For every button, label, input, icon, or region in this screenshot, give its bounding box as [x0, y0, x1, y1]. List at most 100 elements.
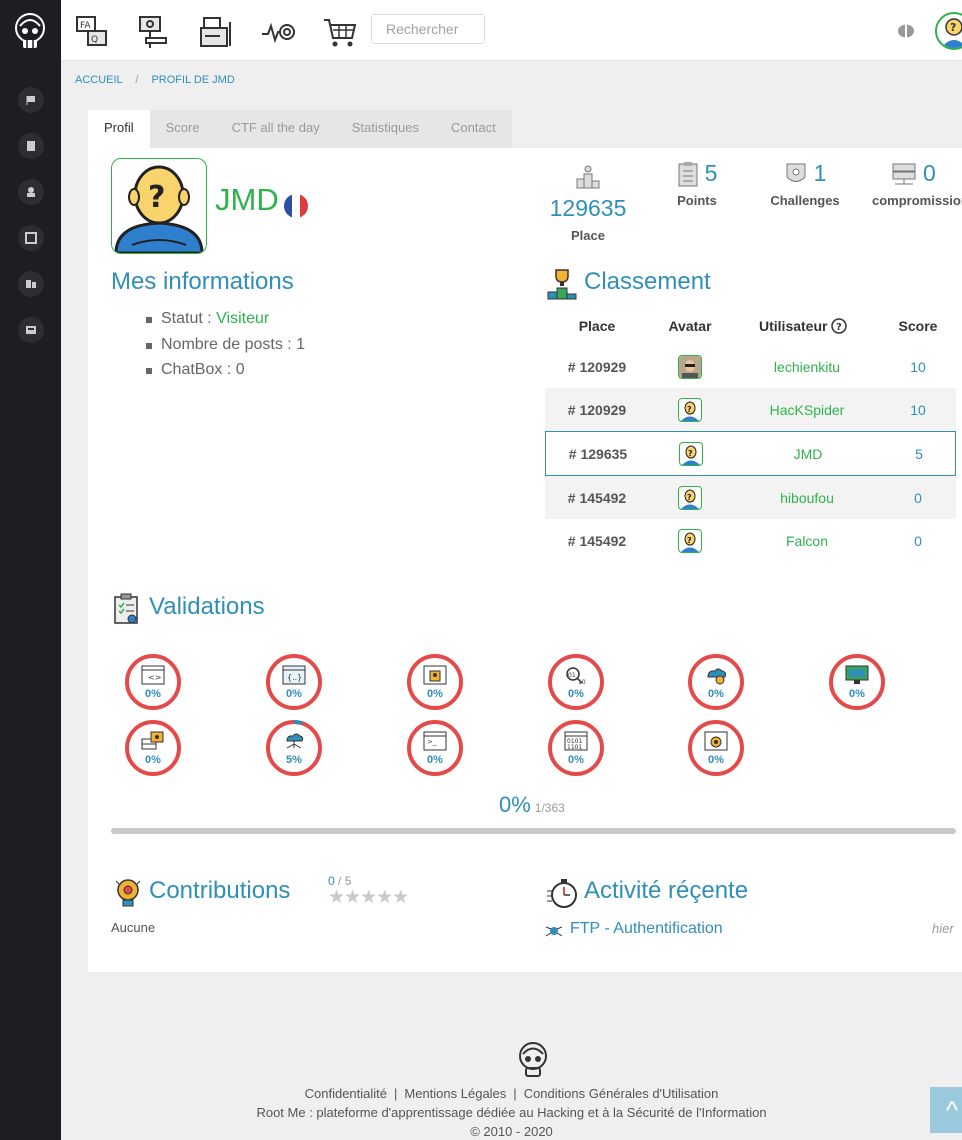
tab-contact[interactable]: Contact: [434, 110, 512, 148]
validation-category[interactable]: 0%: [123, 718, 183, 778]
validation-category[interactable]: >_ 0%: [405, 718, 465, 778]
info-list: Statut : Visiteur Nombre de posts : 1 Ch…: [146, 308, 305, 385]
cloud-globe-icon: [707, 668, 727, 685]
clipboard-icon: [678, 161, 698, 186]
binary-magnifier-icon: 0110: [566, 667, 586, 685]
validation-category[interactable]: 0101 1101 0%: [546, 718, 606, 778]
rank-user[interactable]: JMD: [736, 432, 880, 475]
bug-magnifier-icon: [704, 731, 728, 751]
svg-text:01: 01: [568, 672, 576, 679]
svg-text:?: ?: [687, 493, 692, 502]
sidebar-challenge-icon[interactable]: [18, 133, 44, 159]
braces-window-icon: {..}: [282, 665, 306, 685]
lightbulb-gear-icon: [115, 879, 141, 907]
col-header-avatar: Avatar: [668, 318, 712, 334]
breadcrumb-home[interactable]: ACCUEIL: [75, 74, 122, 86]
sidebar-ranking-icon[interactable]: [18, 271, 44, 297]
search-input[interactable]: [371, 14, 485, 44]
rank-score: 0: [914, 532, 922, 549]
rank-avatar[interactable]: ?: [665, 519, 715, 562]
validation-percent: 0%: [427, 688, 443, 700]
podium-icon: [576, 165, 600, 189]
tab-profil[interactable]: Profil: [88, 110, 150, 148]
sidebar-community-icon[interactable]: [18, 179, 44, 205]
breadcrumb-current[interactable]: PROFIL DE JMD: [151, 74, 234, 86]
sidebar: [0, 0, 61, 1140]
heartbeat-target-icon[interactable]: [260, 14, 296, 50]
profile-avatar: ?: [111, 158, 207, 254]
ranking-row: # 120929 lechienkitu 10: [545, 345, 956, 388]
rank-score: 0: [914, 489, 922, 506]
contributions-title: Contributions: [149, 877, 291, 904]
validation-percent: 0%: [286, 688, 302, 700]
rootme-logo[interactable]: [13, 12, 47, 52]
back-to-top-button[interactable]: ^: [930, 1087, 962, 1133]
place-value: 129635: [549, 195, 627, 221]
validation-category[interactable]: 0%: [405, 652, 465, 712]
theme-toggle-icon[interactable]: [897, 24, 915, 38]
rank-user[interactable]: lechienkitu: [735, 345, 879, 388]
rank-user[interactable]: Falcon: [735, 519, 879, 562]
tab-ctf-all-the-day[interactable]: CTF all the day: [215, 110, 336, 148]
footer-logo-icon: [517, 1040, 549, 1080]
user-avatar[interactable]: ?: [935, 12, 962, 50]
rank-avatar[interactable]: [665, 345, 715, 388]
rank-place: # 129635: [568, 445, 628, 462]
classement-title: Classement: [584, 268, 711, 295]
validation-category[interactable]: 5%: [264, 718, 324, 778]
shopping-cart-icon[interactable]: [322, 14, 358, 50]
rank-place: # 145492: [567, 489, 627, 506]
rank-avatar[interactable]: ?: [665, 476, 715, 519]
rank-place: # 120929: [567, 358, 627, 375]
sidebar-flag-icon[interactable]: [18, 87, 44, 113]
footer-link-mentions[interactable]: Mentions Légales: [404, 1086, 506, 1101]
svg-text:FA: FA: [80, 21, 91, 31]
stat-points: 5 Points: [662, 160, 732, 208]
info-posts: Nombre de posts : 1: [146, 334, 305, 360]
statut-value: Visiteur: [216, 310, 270, 327]
validation-total: 0% 1/363: [499, 792, 565, 818]
validation-category[interactable]: 0%: [686, 718, 746, 778]
validation-category[interactable]: {..} 0%: [264, 652, 324, 712]
help-icon[interactable]: ?: [831, 318, 848, 334]
validation-progress-bar: [111, 828, 956, 834]
rank-user[interactable]: HacKSpider: [735, 388, 879, 431]
svg-text:{..}: {..}: [287, 673, 302, 682]
challenges-value: 1: [813, 160, 827, 186]
footer-link-confidentialite[interactable]: Confidentialité: [305, 1086, 387, 1101]
rank-user[interactable]: hiboufou: [735, 476, 879, 519]
tab-statistiques[interactable]: Statistiques: [335, 110, 435, 148]
sidebar-docs-icon[interactable]: [18, 225, 44, 251]
stat-place: 129635 Place: [546, 164, 630, 243]
footer-link-cgu[interactable]: Conditions Générales d'Utilisation: [524, 1086, 719, 1101]
validations-title: Validations: [149, 593, 265, 620]
validation-category[interactable]: 0%: [686, 652, 746, 712]
cloud-network-icon: [286, 733, 304, 749]
validation-category[interactable]: <> 0%: [123, 652, 183, 712]
ranking-row: # 145492 ? Falcon 0: [545, 519, 956, 562]
documents-icon[interactable]: [198, 14, 234, 50]
mes-informations-title: Mes informations: [111, 268, 294, 295]
binary-window-icon: 01011101: [564, 731, 588, 751]
info-chatbox: ChatBox : 0: [146, 359, 305, 385]
activity-time: hier: [932, 921, 954, 936]
star-rating-icon[interactable]: ★★★★★: [328, 886, 409, 909]
svg-text:1101: 1101: [567, 744, 582, 751]
breadcrumb-separator: /: [135, 74, 139, 86]
sidebar-news-icon[interactable]: [18, 317, 44, 343]
rank-place: # 145492: [567, 532, 627, 549]
validation-category[interactable]: 0%: [827, 652, 887, 712]
activity-item-link[interactable]: FTP - Authentification: [570, 920, 723, 938]
validation-percent: 0%: [708, 754, 724, 766]
rank-avatar[interactable]: ?: [665, 388, 715, 431]
footer-sep: |: [394, 1086, 398, 1101]
validation-category[interactable]: 0110 0%: [546, 652, 606, 712]
rank-avatar[interactable]: ?: [666, 432, 716, 475]
svg-text:?: ?: [950, 21, 956, 34]
faq-icon[interactable]: FA Q: [74, 14, 110, 50]
network-icon[interactable]: [136, 14, 172, 50]
statut-label: Statut :: [161, 310, 212, 327]
svg-text:?: ?: [687, 405, 692, 414]
tab-score[interactable]: Score: [149, 110, 216, 148]
rank-score: 10: [910, 358, 926, 375]
